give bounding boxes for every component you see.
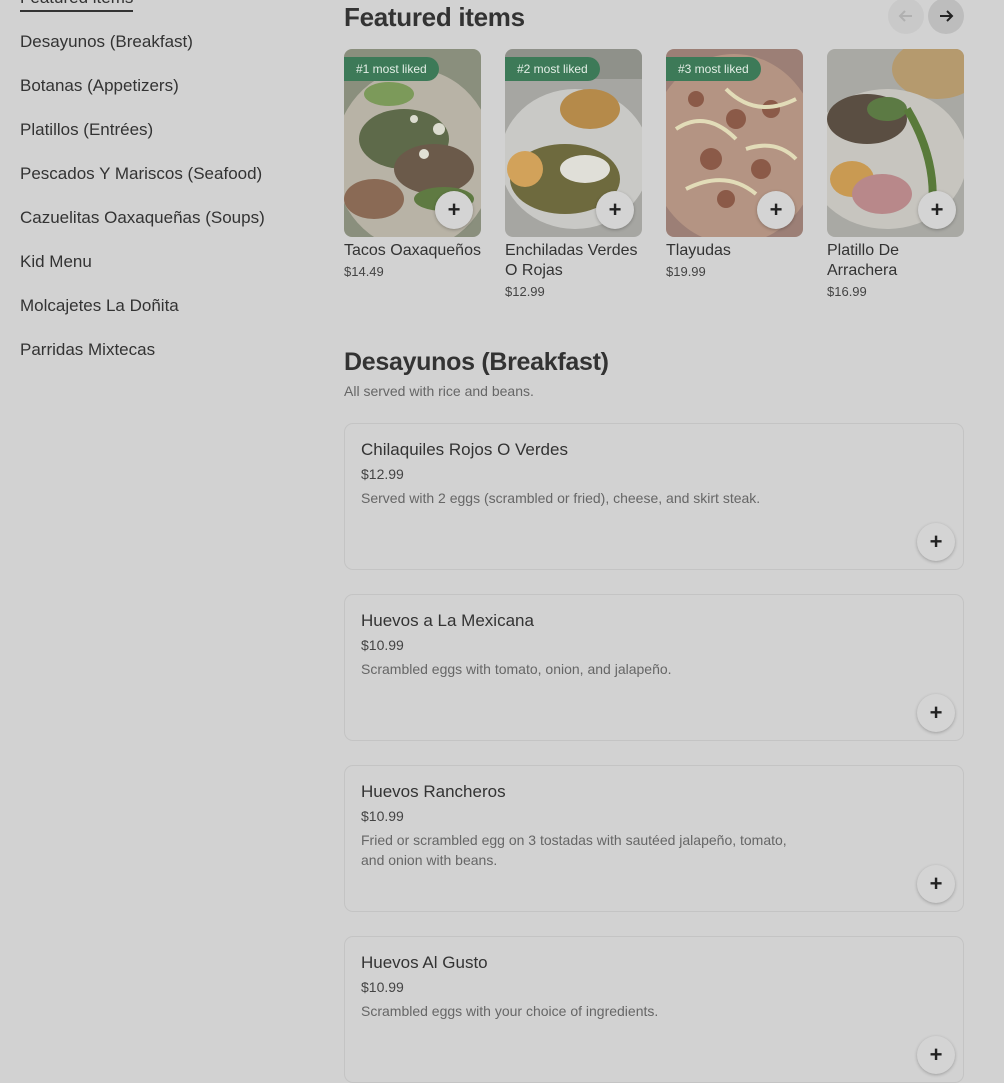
featured-item-name: Tacos Oaxaqueños: [344, 242, 481, 259]
featured-item-name: Platillo De Arrachera: [827, 242, 900, 279]
most-liked-badge: #2 most liked: [505, 57, 600, 81]
sidebar-item-seafood[interactable]: Pescados Y Mariscos (Seafood): [20, 164, 310, 208]
sidebar-item-molcajetes[interactable]: Molcajetes La Doñita: [20, 296, 310, 340]
featured-card[interactable]: + Platillo De Arrachera $16.99: [827, 49, 964, 299]
food-image: +: [827, 49, 964, 237]
arrow-right-icon: [940, 10, 954, 22]
section-title: Desayunos (Breakfast): [344, 348, 609, 376]
menu-main: Featured items #1 most liked + Tacos Oax…: [344, 0, 964, 1083]
featured-header: Featured items: [344, 0, 964, 34]
food-image: #1 most liked +: [344, 49, 481, 237]
category-sidebar: Featured items Desayunos (Breakfast) Bot…: [20, 0, 310, 384]
menu-item-name: Chilaquiles Rojos O Verdes: [361, 440, 568, 459]
menu-item-card[interactable]: Huevos Al Gusto $10.99 Scrambled eggs wi…: [344, 936, 964, 1083]
menu-item-card[interactable]: Huevos Rancheros $10.99 Fried or scrambl…: [344, 765, 964, 912]
featured-card[interactable]: #3 most liked + Tlayudas $19.99: [666, 49, 803, 279]
most-liked-badge: #3 most liked: [666, 57, 761, 81]
sidebar-item-featured-items[interactable]: Featured items: [20, 0, 310, 32]
menu-item-name: Huevos Rancheros: [361, 782, 506, 801]
add-item-button[interactable]: +: [917, 1036, 955, 1074]
sidebar-item-label: Kid Menu: [20, 252, 92, 271]
plus-icon: +: [447, 197, 461, 222]
food-image: #3 most liked +: [666, 49, 803, 237]
featured-item-price: $19.99: [666, 264, 706, 279]
menu-item-card[interactable]: Chilaquiles Rojos O Verdes $12.99 Served…: [344, 423, 964, 570]
plus-icon: +: [608, 197, 622, 222]
menu-item-description: Served with 2 eggs (scrambled or fried),…: [361, 490, 761, 506]
menu-item-price: $10.99: [361, 808, 404, 824]
featured-card[interactable]: #1 most liked + Tacos Oaxaqueños $14.49: [344, 49, 481, 279]
add-item-button[interactable]: +: [435, 191, 473, 229]
menu-item-price: $10.99: [361, 637, 404, 653]
sidebar-item-kid-menu[interactable]: Kid Menu: [20, 252, 310, 296]
plus-icon: +: [929, 700, 943, 725]
sidebar-item-label: Pescados Y Mariscos (Seafood): [20, 164, 263, 183]
menu-item-description: Scrambled eggs with your choice of ingre…: [361, 1003, 659, 1019]
sidebar-item-label: Featured items: [20, 0, 134, 12]
plus-icon: +: [930, 197, 944, 222]
featured-item-name: Tlayudas: [666, 242, 731, 259]
sidebar-item-label: Parridas Mixtecas: [20, 340, 156, 359]
sidebar-item-label: Molcajetes La Doñita: [20, 296, 179, 315]
add-item-button[interactable]: +: [596, 191, 634, 229]
featured-item-price: $14.49: [344, 264, 384, 279]
menu-item-card[interactable]: Huevos a La Mexicana $10.99 Scrambled eg…: [344, 594, 964, 741]
menu-item-name: Huevos Al Gusto: [361, 953, 488, 972]
sidebar-item-breakfast[interactable]: Desayunos (Breakfast): [20, 32, 310, 76]
sidebar-item-parridas[interactable]: Parridas Mixtecas: [20, 340, 310, 384]
add-item-button[interactable]: +: [917, 865, 955, 903]
featured-item-name: Enchiladas Verdes O Rojas: [505, 242, 638, 279]
plus-icon: +: [929, 871, 943, 896]
add-item-button[interactable]: +: [918, 191, 956, 229]
section-subtitle: All served with rice and beans.: [344, 383, 534, 399]
sidebar-item-label: Platillos (Entrées): [20, 120, 154, 139]
sidebar-item-label: Desayunos (Breakfast): [20, 32, 193, 51]
sidebar-item-label: Botanas (Appetizers): [20, 76, 179, 95]
arrow-left-icon: [898, 10, 912, 22]
sidebar-item-label: Cazuelitas Oaxaqueñas (Soups): [20, 208, 265, 227]
featured-item-price: $12.99: [505, 284, 545, 299]
sidebar-item-entrees[interactable]: Platillos (Entrées): [20, 120, 310, 164]
add-item-button[interactable]: +: [917, 523, 955, 561]
sidebar-item-soups[interactable]: Cazuelitas Oaxaqueñas (Soups): [20, 208, 310, 252]
menu-item-price: $10.99: [361, 979, 404, 995]
most-liked-badge: #1 most liked: [344, 57, 439, 81]
menu-item-name: Huevos a La Mexicana: [361, 611, 534, 630]
add-item-button[interactable]: +: [917, 694, 955, 732]
featured-card[interactable]: #2 most liked + Enchiladas Verdes O Roja…: [505, 49, 642, 299]
sidebar-item-appetizers[interactable]: Botanas (Appetizers): [20, 76, 310, 120]
featured-carousel: #1 most liked + Tacos Oaxaqueños $14.49 …: [344, 49, 964, 309]
featured-item-price: $16.99: [827, 284, 867, 299]
menu-item-price: $12.99: [361, 466, 404, 482]
add-item-button[interactable]: +: [757, 191, 795, 229]
plus-icon: +: [769, 197, 783, 222]
featured-title: Featured items: [344, 2, 525, 32]
menu-item-description: Fried or scrambled egg on 3 tostadas wit…: [361, 832, 787, 868]
plus-icon: +: [929, 1042, 943, 1067]
food-image: #2 most liked +: [505, 49, 642, 237]
menu-item-description: Scrambled eggs with tomato, onion, and j…: [361, 661, 672, 677]
plus-icon: +: [929, 529, 943, 554]
